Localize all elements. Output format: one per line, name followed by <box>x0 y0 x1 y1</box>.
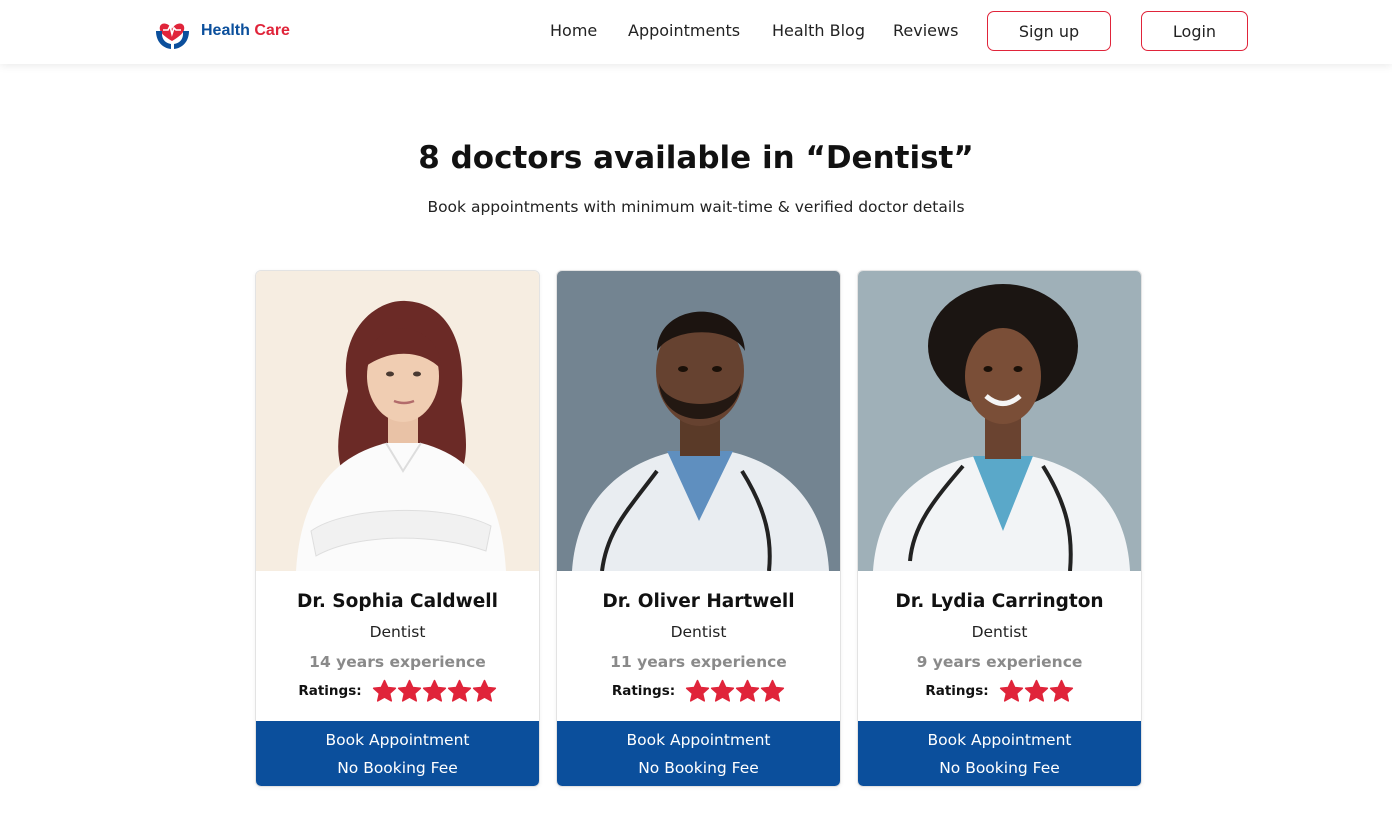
top-navbar: Health Care Home Appointments Health Blo… <box>0 0 1392 64</box>
doctor-name: Dr. Sophia Caldwell <box>297 591 498 612</box>
doctor-specialty: Dentist <box>369 623 426 641</box>
doctor-photo <box>256 271 539 571</box>
doctor-experience: 14 years experience <box>309 653 486 671</box>
heart-hands-logo-icon <box>156 22 189 49</box>
star-icon <box>999 679 1023 702</box>
doctor-specialty: Dentist <box>971 623 1028 641</box>
doctor-photo <box>557 271 840 571</box>
doctor-photo-female-2 <box>858 271 1141 571</box>
ratings-label: Ratings: <box>298 683 362 699</box>
star-icon <box>686 679 710 702</box>
brand-word-care: Care <box>254 22 290 39</box>
brand-word-health: Health <box>201 22 250 39</box>
star-icon <box>472 679 496 702</box>
booking-fee-label: No Booking Fee <box>939 758 1060 777</box>
doctor-experience: 11 years experience <box>610 653 787 671</box>
ratings-row: Ratings: <box>557 676 840 706</box>
ratings-row: Ratings: <box>858 676 1141 706</box>
nav-reviews[interactable]: Reviews <box>893 21 958 40</box>
page-subtitle: Book appointments with minimum wait-time… <box>427 198 965 216</box>
doctor-card: Dr. Sophia Caldwell Dentist 14 years exp… <box>255 270 540 787</box>
star-icon <box>372 679 396 702</box>
brand-name: Health Care <box>201 22 290 40</box>
doctor-photo-female-1 <box>256 271 539 571</box>
signup-button[interactable]: Sign up <box>987 11 1111 51</box>
book-appointment-button[interactable]: Book Appointment No Booking Fee <box>557 721 840 786</box>
book-appointment-button[interactable]: Book Appointment No Booking Fee <box>256 721 539 786</box>
star-rating <box>372 679 497 704</box>
doctor-photo <box>858 271 1141 571</box>
nav-appointments[interactable]: Appointments <box>628 21 740 40</box>
booking-fee-label: No Booking Fee <box>638 758 759 777</box>
doctor-name: Dr. Oliver Hartwell <box>602 591 795 612</box>
star-icon <box>1049 679 1073 702</box>
ratings-label: Ratings: <box>611 683 676 699</box>
doctor-card: Dr. Oliver Hartwell Dentist 11 years exp… <box>556 270 841 787</box>
star-icon <box>422 679 446 702</box>
booking-fee-label: No Booking Fee <box>337 758 458 777</box>
star-icon <box>1024 679 1048 702</box>
book-appointment-label: Book Appointment <box>626 730 771 749</box>
star-icon <box>711 679 735 702</box>
star-icon <box>736 679 760 702</box>
brand-logo[interactable]: Health Care <box>154 12 290 50</box>
star-icon <box>447 679 471 702</box>
book-appointment-label: Book Appointment <box>927 730 1072 749</box>
doctor-specialty: Dentist <box>670 623 727 641</box>
page-title: 8 doctors available in “Dentist” <box>418 140 974 176</box>
star-rating <box>999 679 1074 704</box>
nav-home[interactable]: Home <box>550 21 597 40</box>
ratings-label: Ratings: <box>925 683 989 699</box>
star-icon <box>397 679 421 702</box>
ratings-row: Ratings: <box>256 676 539 706</box>
book-appointment-button[interactable]: Book Appointment No Booking Fee <box>858 721 1141 786</box>
star-icon <box>761 679 785 702</box>
nav-health-blog[interactable]: Health Blog <box>772 21 865 40</box>
doctor-photo-male <box>557 271 840 571</box>
doctor-experience: 9 years experience <box>916 653 1083 671</box>
login-button[interactable]: Login <box>1141 11 1248 51</box>
doctor-card: Dr. Lydia Carrington Dentist 9 years exp… <box>857 270 1142 787</box>
star-rating <box>685 679 785 704</box>
doctor-name: Dr. Lydia Carrington <box>895 591 1104 612</box>
book-appointment-label: Book Appointment <box>325 730 470 749</box>
